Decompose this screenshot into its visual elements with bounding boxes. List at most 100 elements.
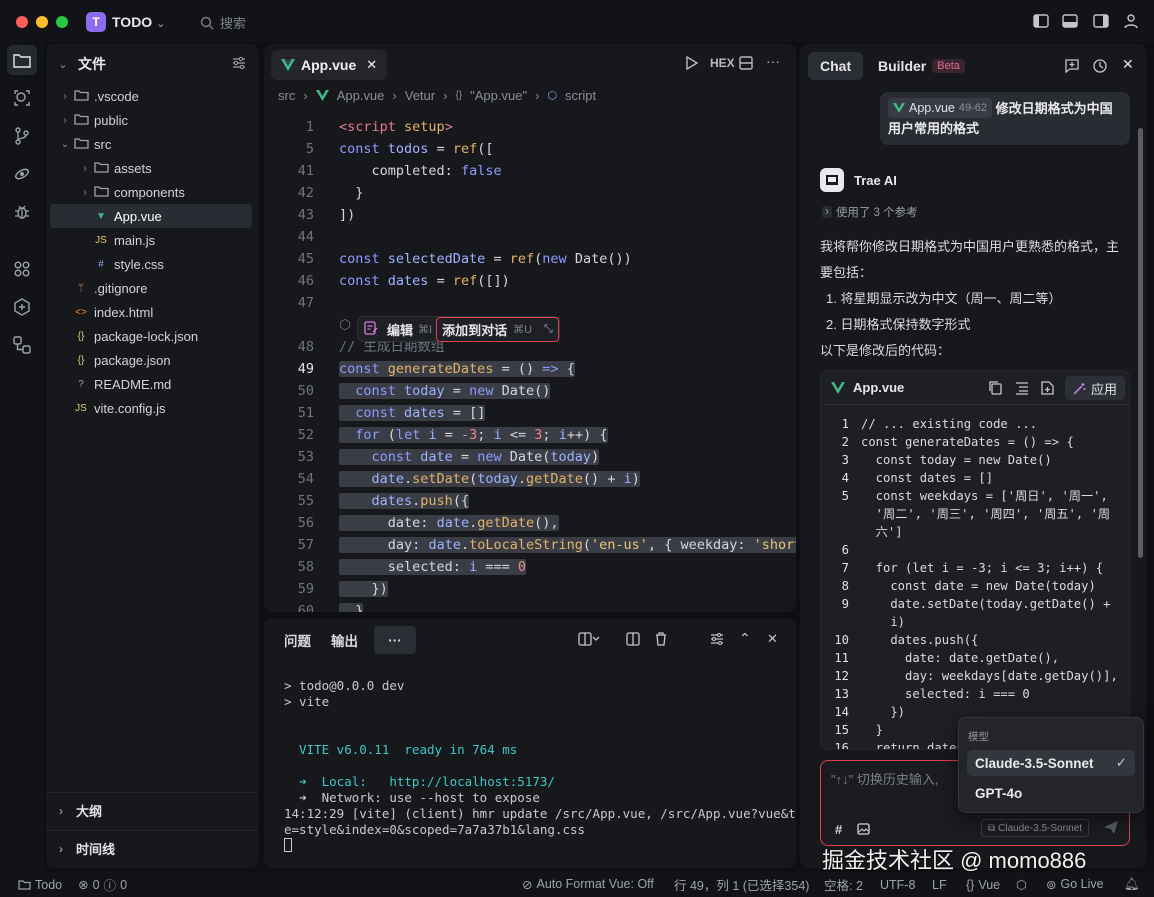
code-line[interactable]: 55 dates.push({ <box>264 490 796 512</box>
toggle-bottom-panel-icon[interactable] <box>1061 12 1079 30</box>
model-selector[interactable]: ⧉ Claude-3.5-Sonnet <box>981 819 1090 837</box>
tab-problems[interactable]: 问题 <box>274 626 321 654</box>
code-line[interactable]: 六'] <box>821 523 1129 541</box>
code-line[interactable]: 6 <box>821 541 1129 559</box>
tab-output[interactable]: 输出 <box>321 626 368 654</box>
tree-item[interactable]: › components <box>50 180 252 204</box>
tree-item[interactable]: {} package.json <box>50 348 252 372</box>
search-input[interactable]: 搜索 <box>200 13 246 32</box>
remote-icon[interactable] <box>7 159 37 189</box>
terminal-output[interactable]: > todo@0.0.0 dev > vite VITE v6.0.11 read… <box>284 678 796 838</box>
tree-item[interactable]: › .vscode <box>50 84 252 108</box>
code-line[interactable]: 42 } <box>264 182 796 204</box>
code-line[interactable]: 59 }) <box>264 578 796 600</box>
toggle-left-panel-icon[interactable] <box>1032 12 1050 30</box>
breadcrumb-item[interactable]: script <box>565 88 596 103</box>
edit-button[interactable]: 编辑 <box>387 320 413 339</box>
code-line[interactable]: 51 const dates = [] <box>264 402 796 424</box>
tree-item[interactable]: JS vite.config.js <box>50 396 252 420</box>
filter-settings-icon[interactable] <box>232 56 246 73</box>
search-view-icon[interactable] <box>7 83 37 113</box>
breadcrumb-item[interactable]: src <box>278 88 295 103</box>
encoding[interactable]: UTF-8 <box>880 878 915 892</box>
extensions-icon[interactable] <box>7 254 37 284</box>
split-terminal-icon[interactable] <box>626 632 640 649</box>
split-editor-icon[interactable] <box>739 56 753 73</box>
code-line[interactable]: 1 // ... existing code ... <box>821 415 1129 433</box>
code-line[interactable]: i) <box>821 613 1129 631</box>
code-line[interactable]: 47 <box>264 292 796 314</box>
code-line[interactable]: '周二', '周三', '周四', '周五', '周 <box>821 505 1129 523</box>
close-panel-icon[interactable]: ✕ <box>767 631 778 647</box>
add-to-chat-button[interactable]: 添加到对话 ⌘U ⤡ <box>436 316 559 342</box>
code-line[interactable]: 9 date.setDate(today.getDate() + <box>821 595 1129 613</box>
code-line[interactable]: 56 date: date.getDate(), <box>264 512 796 534</box>
project-status[interactable]: Todo <box>18 878 62 892</box>
hash-icon[interactable]: # <box>835 822 842 837</box>
tab-chat[interactable]: Chat <box>808 52 864 80</box>
minimize-window-button[interactable] <box>36 16 48 28</box>
model-option[interactable]: GPT-4o <box>967 780 1135 806</box>
tab-app-vue[interactable]: App.vue ✕ <box>271 50 388 80</box>
tree-item[interactable]: › assets <box>50 156 252 180</box>
code-line[interactable]: 1 <script setup> <box>264 116 796 138</box>
code-line[interactable]: 5 const todos = ref([ <box>264 138 796 160</box>
close-window-button[interactable] <box>16 16 28 28</box>
image-upload-icon[interactable] <box>857 823 870 838</box>
app-name[interactable]: TODO ⌄ <box>112 14 165 30</box>
breadcrumb-item[interactable]: Vetur <box>405 88 435 103</box>
hex-button[interactable]: HEX <box>710 56 735 70</box>
code-line[interactable]: 53 const date = new Date(today) <box>264 446 796 468</box>
new-terminal-icon[interactable] <box>578 632 600 649</box>
collapse-icon[interactable]: ⤡ <box>544 323 553 336</box>
tree-item[interactable]: <> index.html <box>50 300 252 324</box>
tree-item[interactable]: ⌄ src <box>50 132 252 156</box>
code-line[interactable]: 57 day: date.toLocaleString('en-us', { w… <box>264 534 796 556</box>
line-ending[interactable]: LF <box>932 878 947 892</box>
breadcrumb-item[interactable]: "App.vue" <box>470 88 527 103</box>
tree-item[interactable]: JS main.js <box>50 228 252 252</box>
run-icon[interactable] <box>686 55 699 73</box>
maximize-window-button[interactable] <box>56 16 68 28</box>
code-line[interactable]: 2 const generateDates = () => { <box>821 433 1129 451</box>
apply-button[interactable]: 应用 <box>1064 376 1125 400</box>
tree-item[interactable]: # style.css <box>50 252 252 276</box>
go-live-button[interactable]: ⊚ Go Live <box>1046 877 1104 892</box>
debug-icon[interactable] <box>7 197 37 227</box>
context-chip[interactable]: App.vue 49-62 <box>888 98 993 118</box>
timeline-section[interactable]: › 时间线 <box>46 830 258 866</box>
app-badge[interactable]: T <box>86 12 106 32</box>
trash-icon[interactable] <box>654 632 668 649</box>
new-file-icon[interactable] <box>1041 381 1054 398</box>
close-chat-icon[interactable]: ✕ <box>1122 56 1134 73</box>
ai-status-icon[interactable]: ⬡ <box>1016 877 1027 892</box>
code-line[interactable]: 41 completed: false <box>264 160 796 182</box>
history-icon[interactable] <box>1092 58 1108 77</box>
code-line[interactable]: 8 const date = new Date(today) <box>821 577 1129 595</box>
connections-icon[interactable] <box>7 330 37 360</box>
tab-builder[interactable]: Builder Beta <box>866 52 977 80</box>
tree-item[interactable]: ᛘ .gitignore <box>50 276 252 300</box>
problems-status[interactable]: ⊗ 0 ⓘ 0 <box>78 875 127 894</box>
code-line[interactable]: 45 const selectedDate = ref(new Date()) <box>264 248 796 270</box>
auto-format-status[interactable]: ⊘ Auto Format Vue: Off <box>522 877 654 892</box>
code-line[interactable]: 49 const generateDates = () => { <box>264 358 796 380</box>
code-line[interactable]: 52 for (let i = -3; i <= 3; i++) { <box>264 424 796 446</box>
account-icon[interactable] <box>1122 12 1140 30</box>
tree-item[interactable]: › public <box>50 108 252 132</box>
code-line[interactable]: 46 const dates = ref([]) <box>264 270 796 292</box>
chevron-down-icon[interactable]: ⌄ <box>56 58 70 71</box>
more-actions-icon[interactable]: ··· <box>766 53 780 69</box>
new-chat-icon[interactable] <box>1064 58 1080 77</box>
chat-scrollbar[interactable] <box>1138 128 1143 558</box>
code-line[interactable]: 3 const today = new Date() <box>821 451 1129 469</box>
breadcrumb-item[interactable]: App.vue <box>337 88 385 103</box>
code-line[interactable]: 5 const weekdays = ['周日', '周一', <box>821 487 1129 505</box>
tab-more[interactable]: ··· <box>374 626 416 654</box>
tree-item[interactable]: {} package-lock.json <box>50 324 252 348</box>
tree-item[interactable]: ? README.md <box>50 372 252 396</box>
code-line[interactable]: 58 selected: i === 0 <box>264 556 796 578</box>
maximize-panel-icon[interactable]: ⌃ <box>739 630 751 647</box>
outline-section[interactable]: › 大纲 <box>46 792 258 828</box>
insert-terminal-icon[interactable] <box>1015 381 1029 398</box>
